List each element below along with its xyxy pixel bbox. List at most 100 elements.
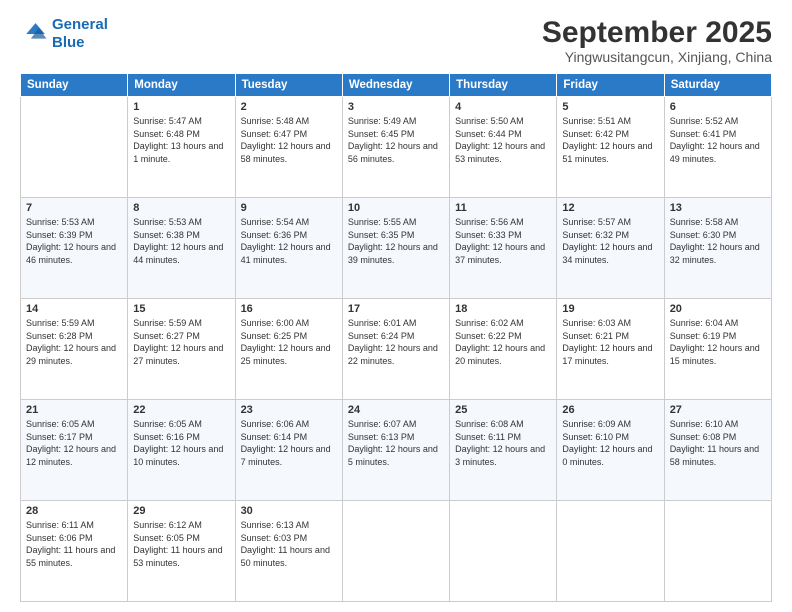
col-friday: Friday — [557, 74, 664, 97]
day-number: 5 — [562, 101, 658, 113]
table-row: 1 Sunrise: 5:47 AMSunset: 6:48 PMDayligh… — [128, 97, 235, 198]
table-row: 7 Sunrise: 5:53 AMSunset: 6:39 PMDayligh… — [21, 198, 128, 299]
table-row — [450, 501, 557, 602]
day-number: 15 — [133, 303, 229, 315]
day-number: 23 — [241, 404, 337, 416]
day-number: 28 — [26, 505, 122, 517]
day-number: 18 — [455, 303, 551, 315]
day-info: Sunrise: 6:05 AMSunset: 6:17 PMDaylight:… — [26, 418, 122, 468]
day-info: Sunrise: 5:53 AMSunset: 6:38 PMDaylight:… — [133, 216, 229, 266]
day-number: 30 — [241, 505, 337, 517]
day-number: 25 — [455, 404, 551, 416]
day-info: Sunrise: 5:59 AMSunset: 6:27 PMDaylight:… — [133, 317, 229, 367]
table-row — [342, 501, 449, 602]
day-info: Sunrise: 6:05 AMSunset: 6:16 PMDaylight:… — [133, 418, 229, 468]
col-saturday: Saturday — [664, 74, 771, 97]
header: General Blue September 2025 Yingwusitang… — [20, 16, 772, 65]
day-info: Sunrise: 5:49 AMSunset: 6:45 PMDaylight:… — [348, 115, 444, 165]
table-row: 8 Sunrise: 5:53 AMSunset: 6:38 PMDayligh… — [128, 198, 235, 299]
table-row: 26 Sunrise: 6:09 AMSunset: 6:10 PMDaylig… — [557, 400, 664, 501]
table-row: 11 Sunrise: 5:56 AMSunset: 6:33 PMDaylig… — [450, 198, 557, 299]
day-info: Sunrise: 5:50 AMSunset: 6:44 PMDaylight:… — [455, 115, 551, 165]
day-info: Sunrise: 6:10 AMSunset: 6:08 PMDaylight:… — [670, 418, 766, 468]
day-number: 22 — [133, 404, 229, 416]
calendar-page: General Blue September 2025 Yingwusitang… — [0, 0, 792, 612]
day-info: Sunrise: 6:07 AMSunset: 6:13 PMDaylight:… — [348, 418, 444, 468]
day-info: Sunrise: 6:03 AMSunset: 6:21 PMDaylight:… — [562, 317, 658, 367]
location: Yingwusitangcun, Xinjiang, China — [542, 49, 772, 65]
table-row — [557, 501, 664, 602]
day-info: Sunrise: 5:53 AMSunset: 6:39 PMDaylight:… — [26, 216, 122, 266]
day-number: 12 — [562, 202, 658, 214]
day-info: Sunrise: 6:00 AMSunset: 6:25 PMDaylight:… — [241, 317, 337, 367]
day-info: Sunrise: 6:01 AMSunset: 6:24 PMDaylight:… — [348, 317, 444, 367]
table-row: 10 Sunrise: 5:55 AMSunset: 6:35 PMDaylig… — [342, 198, 449, 299]
table-row: 5 Sunrise: 5:51 AMSunset: 6:42 PMDayligh… — [557, 97, 664, 198]
day-number: 3 — [348, 101, 444, 113]
logo-line2: Blue — [52, 34, 85, 51]
table-row: 14 Sunrise: 5:59 AMSunset: 6:28 PMDaylig… — [21, 299, 128, 400]
day-info: Sunrise: 6:11 AMSunset: 6:06 PMDaylight:… — [26, 519, 122, 569]
header-row: Sunday Monday Tuesday Wednesday Thursday… — [21, 74, 772, 97]
table-row: 20 Sunrise: 6:04 AMSunset: 6:19 PMDaylig… — [664, 299, 771, 400]
month-title: September 2025 — [542, 16, 772, 49]
day-info: Sunrise: 5:48 AMSunset: 6:47 PMDaylight:… — [241, 115, 337, 165]
day-info: Sunrise: 6:02 AMSunset: 6:22 PMDaylight:… — [455, 317, 551, 367]
logo-text: General Blue — [52, 16, 108, 52]
table-row — [21, 97, 128, 198]
day-info: Sunrise: 6:06 AMSunset: 6:14 PMDaylight:… — [241, 418, 337, 468]
table-row: 27 Sunrise: 6:10 AMSunset: 6:08 PMDaylig… — [664, 400, 771, 501]
table-row: 12 Sunrise: 5:57 AMSunset: 6:32 PMDaylig… — [557, 198, 664, 299]
day-number: 4 — [455, 101, 551, 113]
table-row: 16 Sunrise: 6:00 AMSunset: 6:25 PMDaylig… — [235, 299, 342, 400]
table-row: 28 Sunrise: 6:11 AMSunset: 6:06 PMDaylig… — [21, 501, 128, 602]
table-row: 21 Sunrise: 6:05 AMSunset: 6:17 PMDaylig… — [21, 400, 128, 501]
day-number: 26 — [562, 404, 658, 416]
table-row: 29 Sunrise: 6:12 AMSunset: 6:05 PMDaylig… — [128, 501, 235, 602]
table-row: 23 Sunrise: 6:06 AMSunset: 6:14 PMDaylig… — [235, 400, 342, 501]
day-info: Sunrise: 5:52 AMSunset: 6:41 PMDaylight:… — [670, 115, 766, 165]
day-number: 19 — [562, 303, 658, 315]
day-number: 27 — [670, 404, 766, 416]
day-info: Sunrise: 6:08 AMSunset: 6:11 PMDaylight:… — [455, 418, 551, 468]
table-row: 19 Sunrise: 6:03 AMSunset: 6:21 PMDaylig… — [557, 299, 664, 400]
day-number: 8 — [133, 202, 229, 214]
col-wednesday: Wednesday — [342, 74, 449, 97]
calendar-table: Sunday Monday Tuesday Wednesday Thursday… — [20, 73, 772, 602]
table-row: 30 Sunrise: 6:13 AMSunset: 6:03 PMDaylig… — [235, 501, 342, 602]
title-block: September 2025 Yingwusitangcun, Xinjiang… — [542, 16, 772, 65]
day-number: 21 — [26, 404, 122, 416]
table-row: 25 Sunrise: 6:08 AMSunset: 6:11 PMDaylig… — [450, 400, 557, 501]
day-info: Sunrise: 5:55 AMSunset: 6:35 PMDaylight:… — [348, 216, 444, 266]
day-number: 11 — [455, 202, 551, 214]
table-row: 18 Sunrise: 6:02 AMSunset: 6:22 PMDaylig… — [450, 299, 557, 400]
table-row: 3 Sunrise: 5:49 AMSunset: 6:45 PMDayligh… — [342, 97, 449, 198]
day-info: Sunrise: 6:09 AMSunset: 6:10 PMDaylight:… — [562, 418, 658, 468]
day-info: Sunrise: 6:12 AMSunset: 6:05 PMDaylight:… — [133, 519, 229, 569]
day-info: Sunrise: 5:56 AMSunset: 6:33 PMDaylight:… — [455, 216, 551, 266]
day-number: 7 — [26, 202, 122, 214]
col-tuesday: Tuesday — [235, 74, 342, 97]
logo: General Blue — [20, 16, 108, 52]
day-number: 13 — [670, 202, 766, 214]
day-info: Sunrise: 5:59 AMSunset: 6:28 PMDaylight:… — [26, 317, 122, 367]
day-info: Sunrise: 5:47 AMSunset: 6:48 PMDaylight:… — [133, 115, 229, 165]
table-row: 4 Sunrise: 5:50 AMSunset: 6:44 PMDayligh… — [450, 97, 557, 198]
day-info: Sunrise: 6:13 AMSunset: 6:03 PMDaylight:… — [241, 519, 337, 569]
day-number: 2 — [241, 101, 337, 113]
table-row: 17 Sunrise: 6:01 AMSunset: 6:24 PMDaylig… — [342, 299, 449, 400]
day-info: Sunrise: 5:57 AMSunset: 6:32 PMDaylight:… — [562, 216, 658, 266]
day-number: 1 — [133, 101, 229, 113]
day-number: 20 — [670, 303, 766, 315]
day-info: Sunrise: 6:04 AMSunset: 6:19 PMDaylight:… — [670, 317, 766, 367]
table-row: 13 Sunrise: 5:58 AMSunset: 6:30 PMDaylig… — [664, 198, 771, 299]
logo-line1: General — [52, 16, 108, 33]
day-info: Sunrise: 5:54 AMSunset: 6:36 PMDaylight:… — [241, 216, 337, 266]
table-row: 2 Sunrise: 5:48 AMSunset: 6:47 PMDayligh… — [235, 97, 342, 198]
table-row: 24 Sunrise: 6:07 AMSunset: 6:13 PMDaylig… — [342, 400, 449, 501]
day-number: 17 — [348, 303, 444, 315]
logo-icon — [20, 20, 48, 48]
day-info: Sunrise: 5:58 AMSunset: 6:30 PMDaylight:… — [670, 216, 766, 266]
day-number: 10 — [348, 202, 444, 214]
day-number: 16 — [241, 303, 337, 315]
